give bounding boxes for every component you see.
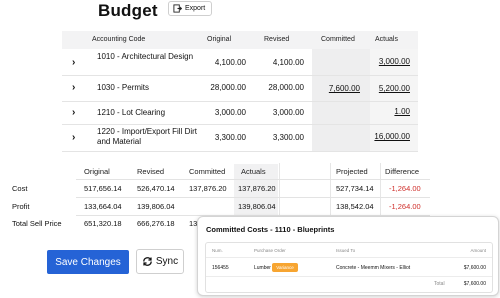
po-name: Lumber xyxy=(254,265,271,271)
row-code: 1010 - Architectural Design xyxy=(97,52,194,61)
summary-revised: 139,806.04 xyxy=(137,202,175,211)
sync-label: Sync xyxy=(155,256,179,267)
summary-original: 651,320.18 xyxy=(84,219,122,228)
export-button[interactable]: Export xyxy=(168,1,212,16)
col-projected: Projected xyxy=(336,167,368,176)
chevron-right-icon[interactable]: › xyxy=(72,82,75,93)
col-issued-to: Issued To xyxy=(336,248,356,253)
col-actuals: Actuals xyxy=(375,36,398,43)
col-committed: Committed xyxy=(321,36,355,43)
variance-badge: Variance xyxy=(272,263,298,272)
row-actuals-link[interactable]: 16,000.00 xyxy=(374,132,410,141)
table-row[interactable]: › 1030 - Permits 28,000.00 28,000.00 7,6… xyxy=(62,75,418,102)
row-code: 1220 - Import/Export Fill Dirt and Mater… xyxy=(97,127,198,146)
column-divider xyxy=(330,163,331,218)
row-revised: 28,000.00 xyxy=(268,83,304,92)
save-changes-button[interactable]: Save Changes xyxy=(47,250,129,274)
row-original: 4,100.00 xyxy=(214,58,246,67)
sync-button[interactable]: Sync xyxy=(136,249,184,274)
chevron-right-icon[interactable]: › xyxy=(72,57,75,68)
col-purchase-order: Purchase Order xyxy=(254,248,286,253)
popup-title: Committed Costs - 1110 - Blueprints xyxy=(206,225,335,234)
divider xyxy=(206,276,492,277)
row-actuals-link[interactable]: 1.00 xyxy=(394,107,410,116)
row-committed-link[interactable]: 7,600.00 xyxy=(329,84,360,93)
summary-label: Profit xyxy=(12,202,30,211)
page-title: Budget xyxy=(98,1,158,20)
summary-original: 517,656.14 xyxy=(84,184,122,193)
export-icon xyxy=(173,4,182,13)
row-revised: 4,100.00 xyxy=(272,58,304,67)
summary-actuals: 137,876.20 xyxy=(238,184,276,193)
divider xyxy=(76,197,430,198)
issued-to: Concrete - Meemm Mixers - Elliot xyxy=(336,265,411,271)
chevron-right-icon[interactable]: › xyxy=(72,132,75,143)
total-label: Total xyxy=(434,281,445,287)
col-revised: Revised xyxy=(137,167,165,176)
col-difference: Difference xyxy=(385,167,420,176)
export-label: Export xyxy=(185,5,206,12)
col-actuals: Actuals xyxy=(241,167,266,176)
po-number: 156455 xyxy=(212,265,229,271)
summary-original: 133,664.04 xyxy=(84,202,122,211)
summary-projected: 138,542.04 xyxy=(336,202,374,211)
col-committed: Committed xyxy=(189,167,226,176)
summary-revised: 526,470.14 xyxy=(137,184,175,193)
table-row[interactable]: › 1210 - Lot Clearing 3,000.00 3,000.00 … xyxy=(62,101,418,125)
row-revised: 3,300.00 xyxy=(272,133,304,142)
row-actuals-link[interactable]: 3,000.00 xyxy=(379,57,410,66)
committed-costs-table: Num. Purchase Order Issued To Amount 156… xyxy=(205,242,493,293)
table-header: Accounting Code Original Revised Committ… xyxy=(62,31,418,49)
committed-costs-popup: Committed Costs - 1110 - Blueprints Num.… xyxy=(197,216,499,296)
col-original: Original xyxy=(207,36,232,43)
row-code: 1210 - Lot Clearing xyxy=(97,108,166,117)
divider xyxy=(206,257,492,258)
row-code: 1030 - Permits xyxy=(97,83,150,92)
divider xyxy=(76,179,430,180)
table-row[interactable]: › 1010 - Architectural Design 4,100.00 4… xyxy=(62,49,418,76)
summary-difference: -1,264.00 xyxy=(389,202,421,211)
row-actuals-link[interactable]: 5,200.00 xyxy=(379,84,410,93)
chevron-right-icon[interactable]: › xyxy=(72,107,75,118)
sync-icon xyxy=(143,257,152,266)
summary-projected: 527,734.14 xyxy=(336,184,374,193)
table-row[interactable]: › 1220 - Import/Export Fill Dirt and Mat… xyxy=(62,124,418,152)
summary-actuals: 139,806.04 xyxy=(238,202,276,211)
column-divider xyxy=(380,163,381,218)
row-original: 3,300.00 xyxy=(214,133,246,142)
column-divider xyxy=(279,163,280,218)
summary-label: Total Sell Price xyxy=(12,219,62,228)
summary-label: Cost xyxy=(12,184,28,193)
summary-committed: 137,876.20 xyxy=(189,184,227,193)
row-original: 28,000.00 xyxy=(210,83,246,92)
summary-difference: -1,264.00 xyxy=(389,184,421,193)
summary-revised: 666,276.18 xyxy=(137,219,175,228)
col-revised: Revised xyxy=(264,36,290,43)
po-amount: $7,600.00 xyxy=(463,265,486,271)
col-num: Num. xyxy=(212,248,223,253)
col-amount: Amount xyxy=(470,248,486,253)
col-accounting-code: Accounting Code xyxy=(92,36,146,43)
row-revised: 3,000.00 xyxy=(272,108,304,117)
col-original: Original xyxy=(84,167,110,176)
row-original: 3,000.00 xyxy=(214,108,246,117)
total-value: $7,600.00 xyxy=(463,281,486,287)
